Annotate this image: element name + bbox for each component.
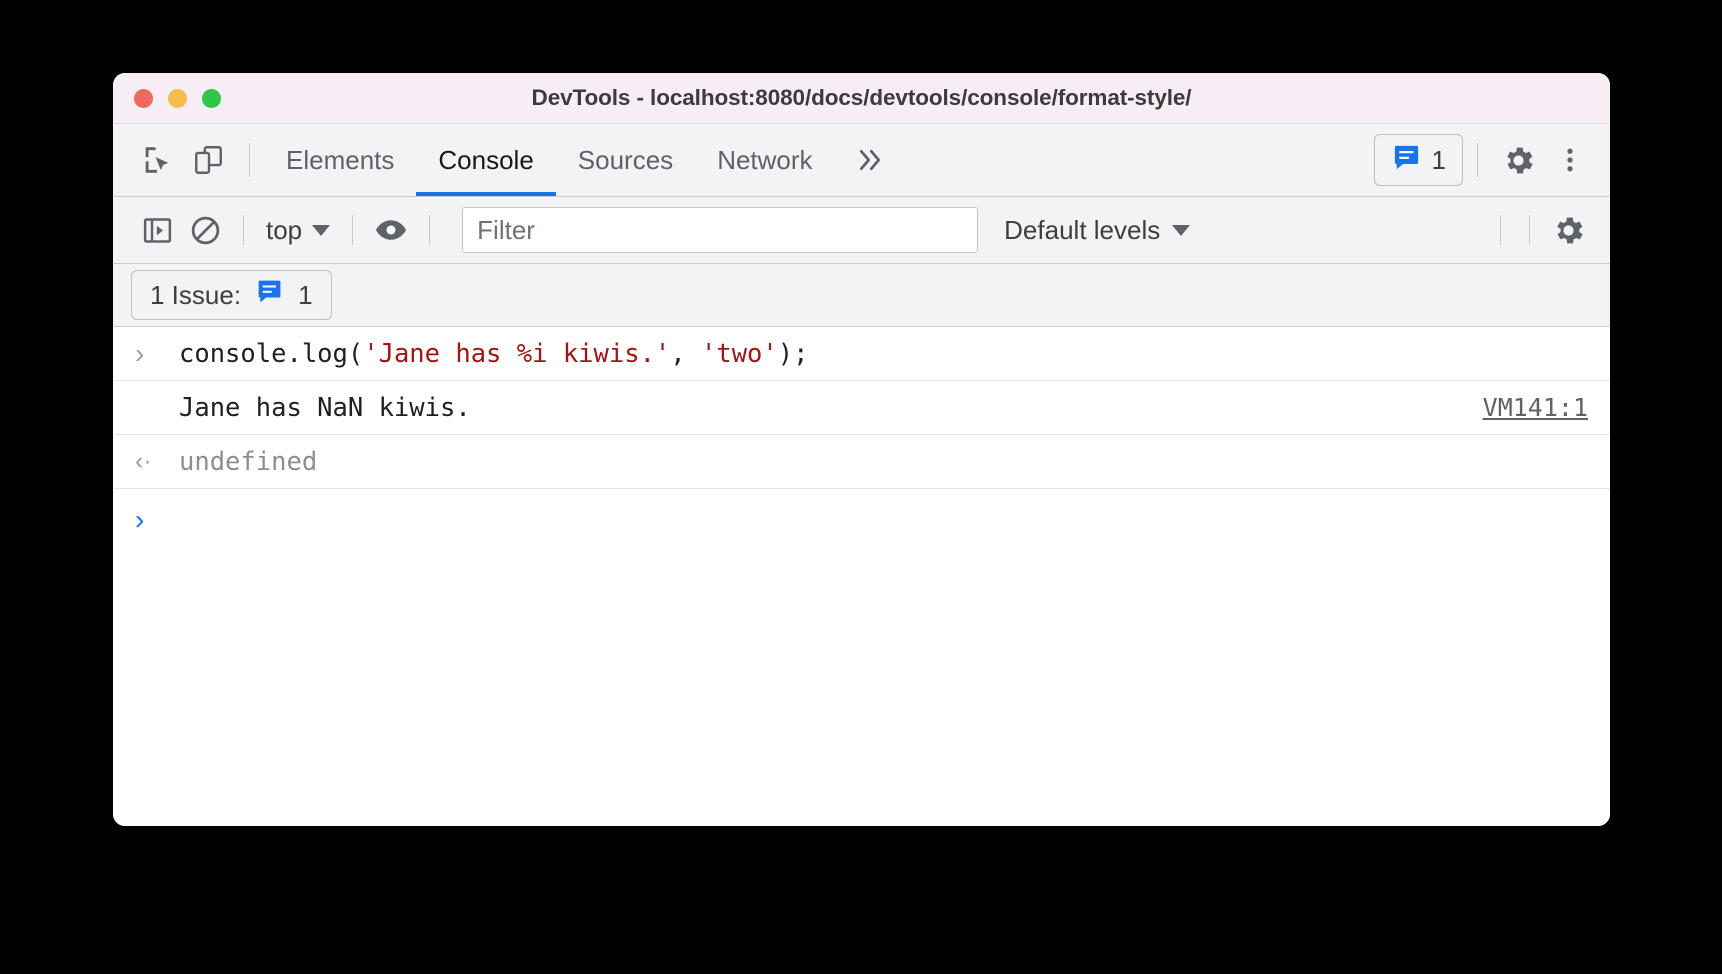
chevron-down-icon (312, 224, 331, 236)
issues-badge-button[interactable]: 1 (1373, 134, 1463, 186)
panel-tabs: Elements Console Sources Network (264, 124, 905, 196)
execution-context-selector[interactable]: top (258, 215, 338, 246)
window-title: DevTools - localhost:8080/docs/devtools/… (531, 85, 1192, 110)
tab-console-label: Console (438, 144, 534, 175)
gear-icon[interactable] (1492, 134, 1544, 186)
source-link[interactable]: VM141:1 (1483, 393, 1588, 422)
tab-network-label: Network (717, 144, 813, 175)
close-window-button[interactable] (134, 88, 153, 108)
issues-summary-label: 1 Issue: (150, 279, 242, 310)
tabbar-actions: 1 (1373, 134, 1596, 186)
issues-summary-button[interactable]: 1 Issue: 1 (131, 270, 332, 320)
issues-bar: 1 Issue: 1 (113, 264, 1610, 327)
device-toolbar-icon[interactable] (183, 134, 235, 186)
console-result-row[interactable]: ‹· undefined (113, 435, 1610, 489)
log-levels-label: Default levels (1004, 214, 1161, 245)
kebab-menu-icon[interactable] (1544, 134, 1596, 186)
code-segment-plain-2: , (670, 338, 701, 369)
prompt-arrow-icon-active: › (135, 504, 145, 535)
more-tabs-icon[interactable] (835, 124, 905, 196)
console-sidebar-icon[interactable] (133, 206, 181, 254)
console-toolbar-right (1486, 206, 1592, 254)
issues-bubble-icon-small (255, 277, 284, 313)
title-bar: DevTools - localhost:8080/docs/devtools/… (113, 73, 1610, 124)
prompt-arrow-icon: › (135, 337, 145, 369)
inspect-element-icon[interactable] (131, 134, 183, 186)
filter-input[interactable]: Filter (462, 207, 979, 253)
tabbar-divider-right (1477, 143, 1478, 177)
tab-network[interactable]: Network (695, 124, 834, 196)
code-segment-string-2: 'two' (701, 338, 778, 369)
console-toolbar-divider-2 (352, 215, 354, 245)
issues-badge-count: 1 (1431, 144, 1446, 175)
console-output-text: Jane has NaN kiwis. (179, 392, 471, 423)
tab-sources-label: Sources (577, 144, 674, 175)
maximize-window-button[interactable] (202, 88, 221, 108)
issues-bubble-icon (1391, 142, 1422, 178)
console-toolbar-divider-5 (1529, 215, 1530, 245)
console-toolbar-divider-3 (429, 215, 431, 245)
return-value-arrow-icon: ‹· (135, 447, 152, 475)
live-expression-icon[interactable] (367, 206, 415, 254)
devtools-window: DevTools - localhost:8080/docs/devtools/… (113, 73, 1610, 826)
tabbar-divider (249, 143, 250, 177)
console-output-row[interactable]: Jane has NaN kiwis. VM141:1 (113, 381, 1610, 435)
filter-placeholder: Filter (477, 214, 535, 245)
clear-console-icon[interactable] (181, 206, 229, 254)
code-segment-plain-1: console.log( (179, 338, 364, 369)
window-controls (134, 88, 221, 108)
code-segment-plain-3: ); (777, 338, 809, 369)
console-input-gutter: › (135, 337, 179, 369)
execution-context-label: top (266, 214, 303, 245)
tab-elements[interactable]: Elements (264, 124, 416, 196)
log-levels-selector[interactable]: Default levels (1004, 214, 1191, 246)
code-segment-string-1: 'Jane has %i kiwis.' (363, 338, 671, 369)
minimize-window-button[interactable] (168, 88, 187, 108)
console-prompt-row[interactable]: › (113, 489, 1610, 551)
console-prompt-gutter: › (135, 506, 179, 534)
tab-sources[interactable]: Sources (556, 124, 695, 196)
console-toolbar-divider-1 (243, 215, 244, 245)
issues-summary-count: 1 (298, 279, 313, 310)
chevron-down-icon-levels (1172, 224, 1191, 236)
console-input-row[interactable]: › console.log('Jane has %i kiwis.', 'two… (113, 327, 1610, 381)
console-message-list[interactable]: › console.log('Jane has %i kiwis.', 'two… (113, 327, 1610, 826)
tab-elements-label: Elements (286, 144, 395, 175)
console-input-code: console.log('Jane has %i kiwis.', 'two')… (179, 339, 808, 369)
console-toolbar: top Filter Default levels (113, 197, 1610, 264)
tab-console[interactable]: Console (416, 124, 557, 196)
console-settings-gear-icon[interactable] (1544, 206, 1592, 254)
console-toolbar-divider-4 (1500, 215, 1501, 245)
console-result-gutter: ‹· (135, 447, 179, 476)
console-result-text: undefined (179, 446, 318, 477)
devtools-tab-bar: Elements Console Sources Network 1 (113, 124, 1610, 197)
